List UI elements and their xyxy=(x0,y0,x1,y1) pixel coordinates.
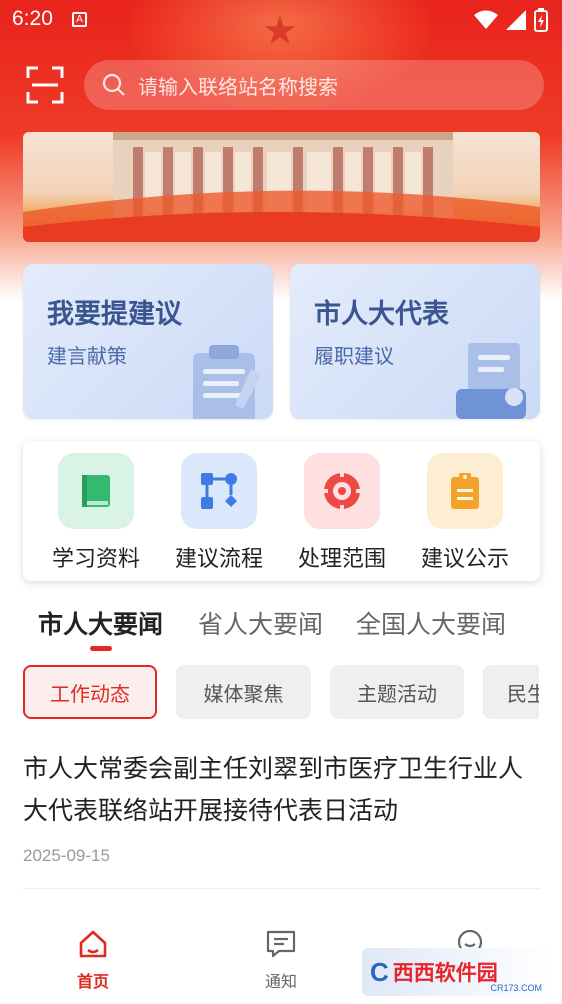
search-icon xyxy=(102,73,125,96)
active-tab-indicator xyxy=(90,646,112,651)
quick-item-label: 建议公示 xyxy=(420,547,509,572)
message-icon xyxy=(266,930,296,958)
chip-theme-activities[interactable]: 主题活动 xyxy=(330,665,464,719)
article-date: 2025-09-15 xyxy=(23,846,110,865)
signal-icon xyxy=(506,10,526,30)
watermark-url: CR173.COM xyxy=(490,983,542,993)
home-icon xyxy=(79,930,107,958)
flowchart-icon xyxy=(181,453,257,529)
quick-item-label: 建议流程 xyxy=(174,547,263,572)
watermark-logo-mark: C xyxy=(370,956,389,987)
quick-item-publicity[interactable]: 建议公示 xyxy=(410,453,520,573)
deputy-card-title: 市人大代表 xyxy=(314,299,449,330)
clipboard-icon xyxy=(427,453,503,529)
chip-work-updates[interactable]: 工作动态 xyxy=(23,665,157,719)
status-time: 6:20 xyxy=(12,7,53,30)
nav-notice-label: 通知 xyxy=(264,972,297,991)
nav-notice[interactable]: 通知 xyxy=(241,928,321,992)
chip-media-focus[interactable]: 媒体聚焦 xyxy=(176,665,311,719)
book-icon xyxy=(58,453,134,529)
banner-image[interactable] xyxy=(23,132,540,242)
divider xyxy=(23,888,540,889)
search-input[interactable]: 请输入联络站名称搜索 xyxy=(84,60,544,110)
quick-menu: 学习资料 建议流程 处理范围 建议公示 xyxy=(23,441,540,581)
great-hall-illustration xyxy=(23,132,540,242)
watermark-logo: C 西西软件园 CR173.COM xyxy=(362,948,552,996)
watermark-text: 西西软件园 xyxy=(392,961,498,985)
nav-home-label: 首页 xyxy=(76,972,109,991)
suggestion-card-title: 我要提建议 xyxy=(47,299,182,330)
search-placeholder: 请输入联络站名称搜索 xyxy=(138,74,338,99)
quick-item-label: 处理范围 xyxy=(297,547,386,572)
clipboard-pen-icon xyxy=(193,345,261,419)
tab-city-news[interactable]: 市人大要闻 xyxy=(38,605,163,641)
wifi-icon xyxy=(474,10,498,29)
quick-item-study[interactable]: 学习资料 xyxy=(41,453,151,573)
status-bar: 6:20 A xyxy=(0,0,562,40)
chip-livelihood[interactable]: 民生 xyxy=(483,665,539,719)
quick-item-label: 学习资料 xyxy=(51,547,140,572)
quick-item-process[interactable]: 建议流程 xyxy=(164,453,274,573)
battery-icon xyxy=(534,8,548,32)
notification-icon: A xyxy=(72,12,87,27)
deputy-card[interactable]: 市人大代表 履职建议 xyxy=(290,264,540,419)
target-icon xyxy=(304,453,380,529)
system-icons xyxy=(474,8,548,32)
deputy-card-subtitle: 履职建议 xyxy=(314,344,394,368)
scan-icon[interactable] xyxy=(26,66,64,104)
document-person-icon xyxy=(456,343,526,419)
nav-home[interactable]: 首页 xyxy=(53,928,133,992)
tab-province-news[interactable]: 省人大要闻 xyxy=(198,605,323,641)
suggestion-card-subtitle: 建言献策 xyxy=(47,344,127,368)
quick-item-scope[interactable]: 处理范围 xyxy=(287,453,397,573)
article-title[interactable]: 市人大常委会副主任刘翠到市医疗卫生行业人大代表联络站开展接待代表日活动 xyxy=(23,748,543,832)
tab-national-news[interactable]: 全国人大要闻 xyxy=(356,605,506,641)
suggestion-card[interactable]: 我要提建议 建言献策 xyxy=(23,264,273,419)
